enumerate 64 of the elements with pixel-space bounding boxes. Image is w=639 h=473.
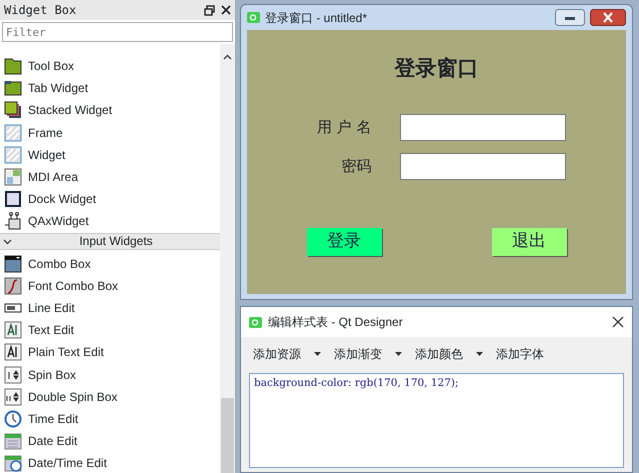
widget-item[interactable]: Spin Box [28,366,76,384]
widget-item[interactable]: Widget [28,146,66,164]
panel-title: Widget Box [4,2,78,19]
calendar-icon [4,432,22,450]
spin-box-icon [4,388,22,406]
category-header[interactable]: Input Widgets [0,232,220,250]
folder-icon [4,57,22,76]
code-line: background-color: rgb(170, 170, 127); [254,377,459,389]
form-heading: 登录窗口 [394,54,478,82]
toolbar-button[interactable]: 添加资源 [253,345,301,363]
caret-icon[interactable] [395,352,402,356]
app-icon [249,316,262,328]
text-edit-icon [4,321,22,340]
filter-field[interactable]: Filter [2,22,233,42]
widget-item[interactable]: MDI Area [28,168,78,186]
field-label: 用 户 名 [316,116,372,138]
widget-item[interactable]: Plain Text Edit [28,343,104,362]
widget-item[interactable]: Line Edit [28,298,75,317]
form-button[interactable]: 退出 [492,228,566,256]
scroll-up-icon[interactable] [223,54,232,60]
close-icon[interactable] [612,316,624,328]
widget-item[interactable]: Time Edit [28,410,78,428]
widget-item[interactable]: Dock Widget [28,190,96,208]
widget-item[interactable]: Text Edit [28,321,74,340]
widget-item[interactable]: Combo Box [28,254,91,273]
tab-icon [4,79,22,98]
window-title: 登录窗口 - untitled* [265,10,368,26]
widget-item[interactable]: QAxWidget [28,212,89,230]
close-icon[interactable] [590,9,626,26]
form-button[interactable]: 登录 [306,228,382,256]
layers-icon [4,101,22,120]
combo-box-icon [4,254,22,273]
toolbar-button[interactable]: 添加字体 [496,345,544,363]
toolbar-button[interactable]: 添加颜色 [415,345,463,363]
input-field[interactable] [400,114,566,140]
caret-icon[interactable] [314,352,321,356]
widget-item[interactable]: Double Spin Box [28,388,118,406]
toolbar-button[interactable]: 添加渐变 [334,345,382,363]
dock-icon [4,190,22,208]
widget-item[interactable]: Tool Box [28,57,74,76]
widget-item[interactable]: Date/Time Edit [28,454,107,472]
window-icon [4,168,22,186]
minimize-icon[interactable] [555,9,585,26]
dialog-title: 编辑样式表 - Qt Designer [268,314,404,331]
widget-item[interactable]: Date Edit [28,432,78,450]
frame-icon [4,146,22,164]
widget-item[interactable]: Stacked Widget [28,101,112,120]
close-icon[interactable] [221,5,231,15]
plug-icon [4,212,22,230]
spin-box-icon [4,366,22,384]
scrollbar-thumb[interactable] [221,398,234,473]
frame-icon [4,124,22,142]
float-icon[interactable] [204,4,215,16]
app-icon [247,12,260,23]
widget-item[interactable]: Frame [28,124,63,142]
code-editor[interactable]: background-color: rgb(170, 170, 127); [249,373,624,468]
text-edit-icon [4,343,22,362]
widget-item[interactable]: Tab Widget [28,79,88,98]
caret-icon[interactable] [476,352,483,356]
clock-icon [4,410,22,428]
field-label: 密码 [340,156,372,177]
input-field[interactable] [400,152,566,180]
font-icon [4,276,22,295]
widget-item[interactable]: Font Combo Box [28,276,118,295]
